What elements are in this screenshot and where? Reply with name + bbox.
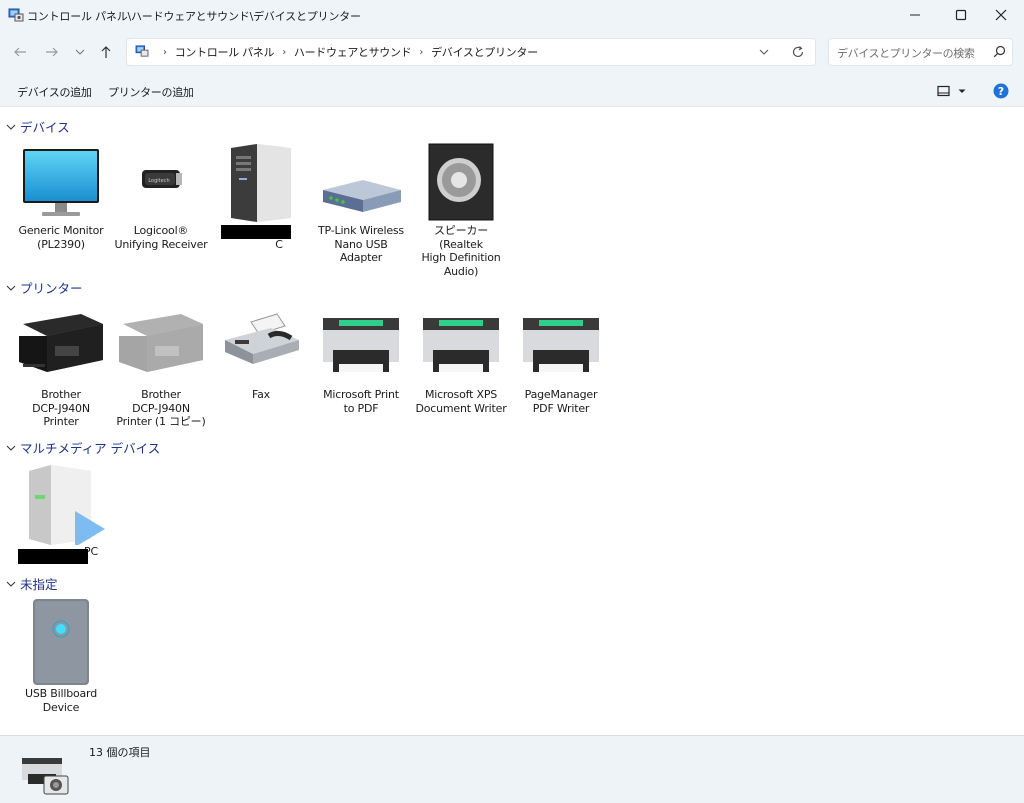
help-icon: ?	[993, 83, 1009, 99]
device-logicool-receiver[interactable]: Logitech Logicool® Unifying Receiver	[111, 142, 211, 251]
devices-printers-icon	[18, 750, 72, 799]
chevron-down-icon	[6, 124, 16, 130]
arrow-up-icon	[101, 46, 111, 58]
redaction-bar	[221, 225, 291, 239]
monitor-icon	[11, 142, 111, 224]
item-count: 13 個の項目	[89, 746, 151, 759]
device-tplink-adapter[interactable]: TP-Link Wireless Nano USB Adapter	[311, 142, 411, 265]
minimize-button[interactable]	[892, 0, 938, 30]
speaker-icon	[411, 142, 511, 224]
printer-icon	[311, 306, 411, 388]
chevron-right-icon[interactable]: ›	[282, 47, 286, 58]
add-device-button[interactable]: デバイスの追加	[17, 84, 92, 100]
redaction-bar	[18, 549, 88, 564]
breadcrumb-devices-printers[interactable]: デバイスとプリンター	[431, 44, 538, 60]
printer-label: PageManager PDF Writer	[524, 388, 598, 415]
network-adapter-icon	[311, 142, 411, 224]
printer-icon	[411, 306, 511, 388]
arrow-right-icon	[46, 47, 58, 57]
status-bar: 13 個の項目	[0, 735, 1024, 803]
chevron-down-icon	[6, 445, 16, 451]
content-pane: デバイス Generic Monitor (PL2390) Logitech L…	[0, 107, 1024, 735]
device-generic-monitor[interactable]: Generic Monitor (PL2390)	[11, 142, 111, 251]
multifunction-printer-disabled-icon	[111, 306, 211, 388]
printer-label: Fax	[252, 388, 270, 401]
printer-label: Microsoft XPS Document Writer	[415, 388, 507, 415]
chevron-down-icon	[75, 49, 85, 55]
group-title: デバイス	[20, 120, 70, 135]
printer-label: Microsoft Print to PDF	[323, 388, 399, 415]
printer-label: Brother DCP-J940N Printer (1 コピー)	[116, 388, 206, 428]
search-box[interactable]	[828, 38, 1013, 66]
group-title: 未指定	[20, 577, 58, 592]
device-label: TP-Link Wireless Nano USB Adapter	[318, 224, 404, 264]
group-header-printers[interactable]: プリンター	[6, 278, 83, 297]
close-button[interactable]	[978, 0, 1024, 30]
device-label: Generic Monitor (PL2390)	[18, 224, 104, 251]
chevron-right-icon[interactable]: ›	[163, 47, 167, 58]
media-server-icon	[11, 463, 111, 545]
device-speaker[interactable]: スピーカー (Realtek High Definition Audio)	[411, 142, 511, 278]
forward-button[interactable]	[40, 40, 64, 64]
maximize-icon	[955, 9, 967, 21]
computer-tower-icon	[211, 142, 311, 224]
printer-label: Brother DCP-J940N Printer	[32, 388, 90, 428]
printer-brother[interactable]: Brother DCP-J940N Printer	[11, 306, 111, 429]
printer-fax[interactable]: Fax	[211, 306, 311, 402]
device-label: Logicool® Unifying Receiver	[114, 224, 208, 251]
group-title: プリンター	[20, 281, 83, 296]
media-device-pc[interactable]: PC	[11, 463, 111, 559]
printer-ms-xps-writer[interactable]: Microsoft XPS Document Writer	[411, 306, 511, 415]
add-printer-button[interactable]: プリンターの追加	[108, 84, 194, 100]
command-bar: デバイスの追加 プリンターの追加 ?	[0, 76, 1024, 107]
chevron-down-icon	[6, 581, 16, 587]
recent-locations-button[interactable]	[68, 40, 92, 64]
close-icon	[995, 9, 1007, 21]
usb-receiver-icon: Logitech	[111, 142, 211, 224]
group-header-devices[interactable]: デバイス	[6, 117, 70, 136]
device-label: USB Billboard Device	[25, 687, 97, 714]
help-button[interactable]: ?	[993, 83, 1009, 102]
printer-icon	[511, 306, 611, 388]
refresh-icon	[792, 46, 804, 58]
address-control-panel-icon	[135, 44, 149, 60]
generic-device-icon	[11, 597, 111, 687]
navigation-bar: › コントロール パネル › ハードウェアとサウンド › デバイスとプリンター	[0, 30, 1024, 76]
back-button[interactable]	[8, 40, 32, 64]
minimize-icon	[910, 14, 920, 16]
svg-text:?: ?	[998, 85, 1004, 98]
group-header-unspecified[interactable]: 未指定	[6, 574, 58, 593]
printer-ms-print-to-pdf[interactable]: Microsoft Print to PDF	[311, 306, 411, 415]
up-button[interactable]	[94, 40, 118, 64]
address-history-button[interactable]	[759, 47, 769, 60]
window-title: コントロール パネル\ハードウェアとサウンド\デバイスとプリンター	[27, 10, 361, 23]
chevron-right-icon[interactable]: ›	[419, 47, 423, 58]
printer-pagemanager-pdf[interactable]: PageManager PDF Writer	[511, 306, 611, 415]
control-panel-icon	[8, 8, 24, 25]
svg-text:Logitech: Logitech	[148, 178, 169, 184]
group-header-multimedia[interactable]: マルチメディア デバイス	[6, 438, 160, 457]
title-bar: コントロール パネル\ハードウェアとサウンド\デバイスとプリンター	[0, 0, 1024, 30]
view-icon	[937, 85, 950, 97]
refresh-button[interactable]	[791, 45, 805, 62]
arrow-left-icon	[14, 47, 26, 57]
search-icon[interactable]	[993, 45, 1006, 61]
chevron-down-icon	[958, 89, 966, 93]
chevron-down-icon	[6, 285, 16, 291]
address-bar[interactable]: › コントロール パネル › ハードウェアとサウンド › デバイスとプリンター	[126, 38, 816, 66]
view-options-button[interactable]	[937, 85, 967, 97]
printer-brother-copy[interactable]: Brother DCP-J940N Printer (1 コピー)	[111, 306, 211, 429]
multifunction-printer-icon	[11, 306, 111, 388]
group-title: マルチメディア デバイス	[20, 441, 161, 456]
breadcrumb-hardware-sound[interactable]: ハードウェアとサウンド	[294, 44, 412, 60]
chevron-down-icon	[759, 49, 769, 55]
fax-icon	[211, 306, 311, 388]
search-input[interactable]	[835, 42, 989, 64]
breadcrumb-control-panel[interactable]: コントロール パネル	[175, 44, 275, 60]
device-usb-billboard[interactable]: USB Billboard Device	[11, 597, 111, 714]
device-label: スピーカー (Realtek High Definition Audio)	[421, 224, 501, 278]
